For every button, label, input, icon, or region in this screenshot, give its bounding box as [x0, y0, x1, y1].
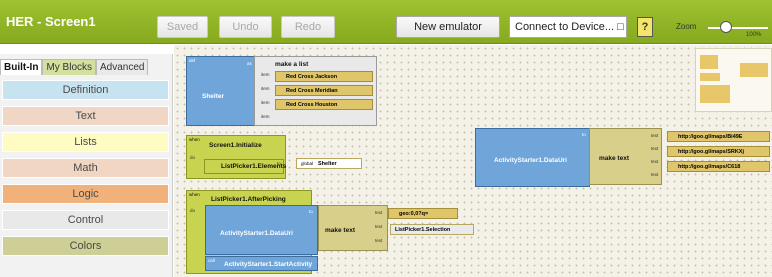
workspace-minimap[interactable]: [695, 48, 772, 112]
global-shelter-ref[interactable]: global Shelter: [296, 158, 362, 169]
initialize-event-name: Screen1.Initialize: [209, 142, 262, 149]
text-red-cross-houston[interactable]: Red Cross Houston: [275, 99, 373, 110]
def-as-label: as: [247, 61, 252, 66]
project-title: HER - Screen1: [6, 14, 96, 29]
category-logic[interactable]: Logic: [2, 184, 169, 204]
category-colors[interactable]: Colors: [2, 236, 169, 256]
text-geo-prefix[interactable]: geo:0,0?q=: [388, 208, 458, 219]
set-datauri-urls-label: ActivityStarter1.DataUri: [494, 157, 567, 164]
when-tag: when: [189, 192, 200, 197]
text-slot-label: text: [651, 133, 659, 138]
item-label: item: [261, 114, 270, 119]
zoom-label: Zoom: [676, 22, 697, 31]
listpicker-selection-getter[interactable]: ListPicker1.Selection: [390, 224, 474, 235]
category-text[interactable]: Text: [2, 106, 169, 126]
set-datauri-label: ActivityStarter1.DataUri: [220, 230, 293, 237]
tab-advanced[interactable]: Advanced: [96, 59, 149, 75]
category-definition[interactable]: Definition: [2, 80, 169, 100]
do-label: do: [190, 155, 196, 160]
start-activity-label: ActivityStarter1.StartActivity: [224, 261, 313, 268]
zoom-slider-handle[interactable]: [720, 21, 732, 33]
call-tag: call: [208, 258, 215, 263]
blocks-drawer: Built-In My Blocks Advanced Definition T…: [0, 54, 173, 277]
minimap-block: [700, 55, 718, 69]
text-url-3[interactable]: http://goo.gl/maps/C618: [667, 161, 770, 172]
minimap-block: [740, 63, 768, 77]
text-slot-label: text: [651, 172, 659, 177]
undo-button[interactable]: Undo: [219, 16, 272, 38]
text-slot-label: text: [651, 159, 659, 164]
text-slot-label: text: [375, 238, 383, 243]
category-control[interactable]: Control: [2, 210, 169, 230]
make-text-urls-block[interactable]: make text text text text text: [589, 128, 662, 185]
set-datauri-block[interactable]: ActivityStarter1.DataUri to: [205, 205, 318, 255]
toolbar: HER - Screen1 Saved Undo Redo New emulat…: [0, 0, 772, 44]
text-url-1[interactable]: http://goo.gl/maps/Bi49E: [667, 131, 770, 142]
def-shelter-block[interactable]: def Shelter as: [186, 56, 255, 126]
make-text-block[interactable]: make text text text text: [318, 205, 388, 251]
tab-built-in[interactable]: Built-In: [0, 59, 43, 75]
zoom-value: 100%: [746, 32, 762, 38]
new-emulator-button[interactable]: New emulator: [396, 16, 500, 38]
do-label: do: [190, 208, 196, 213]
def-tag: def: [189, 58, 196, 63]
item-label: item: [261, 72, 270, 77]
to-label: to: [277, 161, 281, 166]
category-lists[interactable]: Lists: [2, 132, 169, 152]
minimap-block: [700, 73, 720, 81]
def-name: Shelter: [202, 93, 225, 100]
connect-device-select[interactable]: Connect to Device... □: [509, 16, 627, 38]
set-listpicker-elements-block[interactable]: ListPicker1.Elements to: [204, 159, 286, 174]
call-start-activity-block[interactable]: call ActivityStarter1.StartActivity: [205, 256, 318, 271]
saved-button[interactable]: Saved: [157, 16, 208, 38]
global-shelter-value: Shelter: [318, 160, 337, 167]
when-tag: when: [189, 137, 200, 142]
text-red-cross-jackson[interactable]: Red Cross Jackson: [275, 71, 373, 82]
make-text-urls-label: make text: [599, 155, 629, 162]
drawer-tabs: Built-In My Blocks Advanced: [0, 59, 173, 75]
text-red-cross-meridian[interactable]: Red Cross Meridian: [275, 85, 373, 96]
global-tag: global: [301, 161, 314, 166]
category-math[interactable]: Math: [2, 158, 169, 178]
item-label: item: [261, 86, 270, 91]
make-text-label: make text: [325, 227, 355, 234]
redo-button[interactable]: Redo: [281, 16, 335, 38]
minimap-block: [700, 85, 730, 103]
text-slot-label: text: [651, 146, 659, 151]
afterpicking-event-name: ListPicker1.AfterPicking: [211, 196, 286, 203]
zoom-slider-track[interactable]: [708, 27, 768, 29]
text-slot-label: text: [375, 210, 383, 215]
tab-my-blocks[interactable]: My Blocks: [42, 59, 96, 75]
make-list-label: make a list: [275, 61, 309, 68]
text-slot-label: text: [375, 224, 383, 229]
item-label: item: [261, 100, 270, 105]
text-url-2[interactable]: http://goo.gl/maps/SRKXj: [667, 146, 770, 157]
set-datauri-urls-block[interactable]: ActivityStarter1.DataUri to: [475, 128, 590, 187]
to-label: to: [309, 209, 313, 214]
help-icon[interactable]: ?: [637, 17, 653, 37]
to-label: to: [582, 132, 586, 137]
